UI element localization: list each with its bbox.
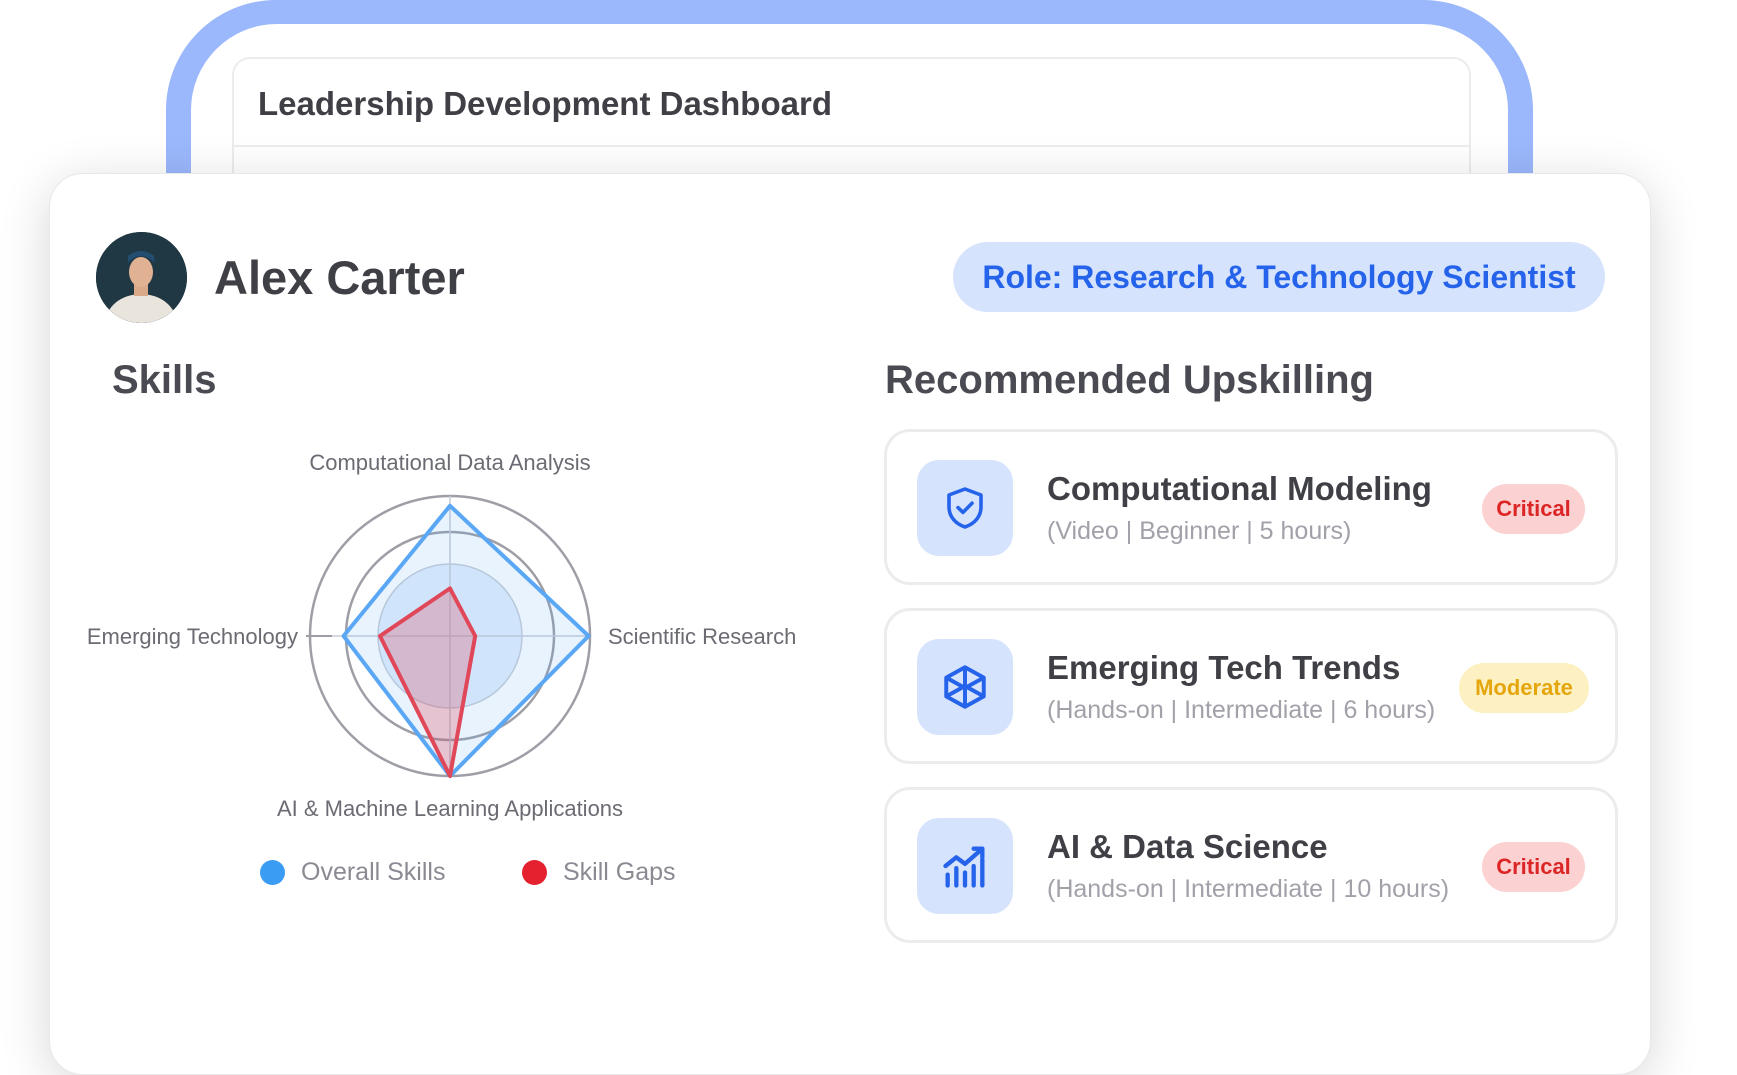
axis-label-scientific-research: Scientific Research [608,624,796,649]
course-card-computational-modeling[interactable]: Computational Modeling (Video | Beginner… [884,429,1618,585]
course-meta: (Video | Beginner | 5 hours) [1047,517,1352,545]
course-title: AI & Data Science [1047,828,1328,865]
axis-label-ai-ml-applications: AI & Machine Learning Applications [277,796,623,821]
legend-overall-skills: Overall Skills [260,858,445,887]
course-card-ai-data-science[interactable]: AI & Data Science (Hands-on | Intermedia… [884,787,1618,943]
header-divider [234,145,1469,147]
upskilling-title: Recommended Upskilling [885,358,1374,402]
course-title: Computational Modeling [1047,470,1432,507]
skills-title: Skills [112,358,217,402]
user-name: Alex Carter [214,251,465,304]
course-card-emerging-tech-trends[interactable]: Emerging Tech Trends (Hands-on | Interme… [884,608,1618,764]
avatar[interactable] [96,232,187,323]
priority-badge-critical: Critical [1482,484,1585,534]
role-badge: Role: Research & Technology Scientist [953,242,1605,312]
axis-label-emerging-technology: Emerging Technology [87,624,298,649]
legend-dot-red [522,860,547,885]
course-meta: (Hands-on | Intermediate | 10 hours) [1047,875,1450,903]
cube-icon [917,639,1013,735]
course-meta: (Hands-on | Intermediate | 6 hours) [1047,696,1436,724]
axis-label-computational-data-analysis: Computational Data Analysis [309,450,590,475]
legend-dot-blue [260,860,285,885]
priority-badge-moderate: Moderate [1459,663,1589,713]
course-title: Emerging Tech Trends [1047,649,1401,686]
dashboard-title: Leadership Development Dashboard [258,85,832,122]
chart-trend-icon [917,818,1013,914]
shield-check-icon [917,460,1013,556]
legend-skill-gaps: Skill Gaps [522,858,676,887]
legend-label: Skill Gaps [563,858,676,886]
skills-radar-chart: Computational Data Analysis Scientific R… [87,450,796,821]
priority-badge-critical: Critical [1482,842,1585,892]
legend-label: Overall Skills [301,858,446,886]
